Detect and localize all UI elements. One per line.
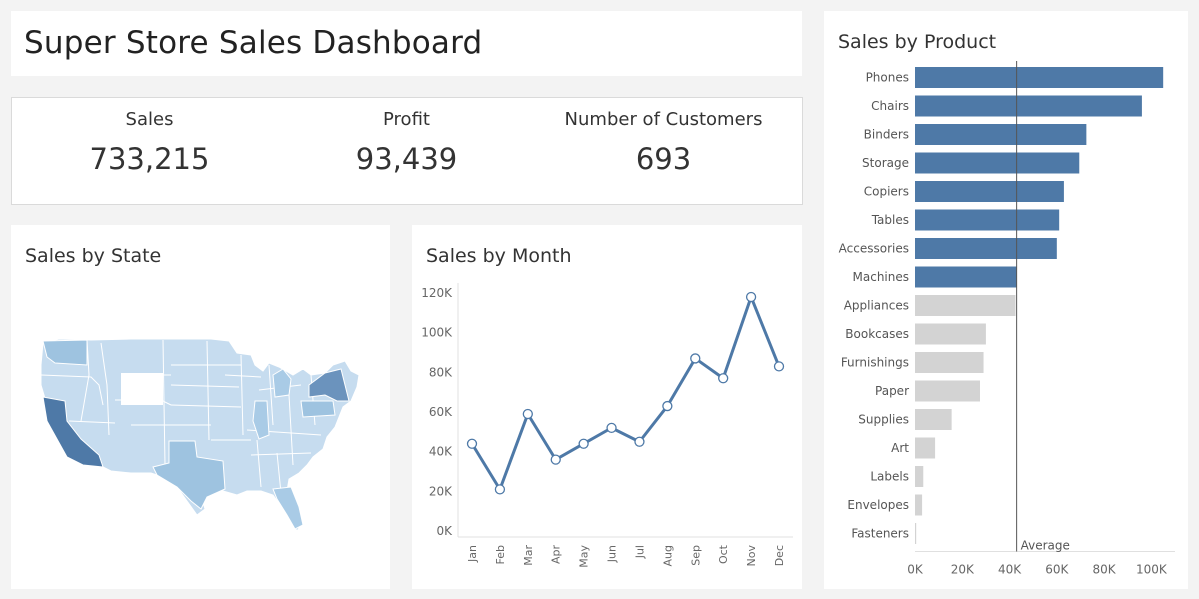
- product-bar[interactable]: [915, 494, 923, 516]
- x-tick-label: 100K: [1136, 563, 1168, 577]
- kpi-customers-value: 693: [635, 142, 692, 176]
- product-bar[interactable]: [915, 181, 1064, 202]
- y-tick-label: 120K: [421, 286, 453, 300]
- month-data-point[interactable]: [578, 438, 589, 449]
- month-data-point[interactable]: [494, 484, 506, 495]
- y-tick-label: 20K: [429, 484, 453, 498]
- product-label: Art: [891, 441, 909, 455]
- state-wyoming[interactable]: [121, 373, 163, 405]
- state-pennsylvania[interactable]: [300, 400, 336, 418]
- product-bar[interactable]: [915, 238, 1057, 259]
- kpi-profit-label: Profit: [383, 109, 430, 130]
- product-bar[interactable]: [915, 295, 1016, 316]
- product-bar[interactable]: [915, 380, 980, 402]
- sales-by-month-panel: Sales by Month 0K 20K 40K 60K 80K 100K 120K Jan…: [412, 225, 802, 589]
- month-data-point[interactable]: [662, 400, 673, 412]
- product-bar[interactable]: [915, 352, 984, 373]
- kpi-profit-value: 93,439: [355, 142, 458, 176]
- x-tick-label: Jul: [633, 545, 646, 559]
- product-label: Envelopes: [847, 498, 909, 512]
- y-tick-label: 40K: [429, 445, 453, 459]
- product-label: Paper: [875, 384, 909, 398]
- product-label: Appliances: [844, 299, 909, 313]
- kpi-panel: Sales 733,215 Profit 93,439 Number of Cu…: [11, 97, 803, 205]
- product-label: Tables: [871, 213, 909, 227]
- x-tick-label: Aug: [661, 545, 674, 566]
- y-tick-label: 60K: [429, 405, 453, 419]
- product-bar[interactable]: [915, 124, 1087, 145]
- sales-by-product-chart[interactable]: Phones Chairs Binders Storage Copiers Tables A…: [824, 11, 1188, 589]
- x-tick-label: Feb: [494, 545, 507, 564]
- product-label: Binders: [864, 128, 909, 142]
- product-bar[interactable]: [915, 409, 952, 430]
- kpi-customers-label: Number of Customers: [564, 109, 763, 130]
- x-tick-label: Dec: [773, 545, 786, 566]
- x-tick-label: Nov: [745, 545, 758, 567]
- x-tick-label: Sep: [689, 545, 702, 566]
- product-label: Machines: [853, 270, 909, 284]
- page-title: Super Store Sales Dashboard: [24, 25, 483, 61]
- x-tick-label: Oct: [717, 544, 730, 564]
- x-tick-label: 20K: [951, 563, 975, 577]
- product-bar[interactable]: [915, 209, 1060, 231]
- product-bar[interactable]: [915, 266, 1017, 288]
- product-label: Fasteners: [851, 527, 909, 541]
- product-label: Accessories: [839, 242, 909, 256]
- x-tick-label: 60K: [1045, 563, 1069, 577]
- sales-line: [470, 295, 781, 491]
- product-bar[interactable]: [915, 323, 986, 345]
- month-data-point[interactable]: [745, 291, 757, 303]
- kpi-sales-label: Sales: [125, 109, 174, 130]
- title-panel: Super Store Sales Dashboard: [11, 11, 802, 76]
- product-label: Phones: [866, 71, 909, 85]
- month-data-point[interactable]: [522, 408, 533, 420]
- product-bar[interactable]: [915, 523, 917, 544]
- month-data-point[interactable]: [550, 454, 561, 465]
- x-tick-label: 0K: [907, 563, 924, 577]
- sales-by-product-panel: Sales by Product Phones Chairs Binders Stor…: [824, 11, 1188, 589]
- y-tick-label: 100K: [421, 326, 453, 340]
- product-bar[interactable]: [915, 437, 936, 459]
- x-tick-label: Jan: [466, 545, 479, 563]
- month-data-point[interactable]: [718, 373, 729, 384]
- x-tick-label: 80K: [1093, 563, 1117, 577]
- x-tick-label: Jun: [606, 545, 619, 563]
- x-tick-label: 40K: [998, 563, 1022, 577]
- state-florida[interactable]: [272, 486, 304, 530]
- product-bar[interactable]: [915, 67, 1164, 88]
- y-tick-label: 0K: [436, 524, 453, 538]
- month-data-point[interactable]: [634, 436, 645, 447]
- average-label: Average: [1021, 539, 1070, 553]
- sales-by-state-panel: Sales by State: [11, 225, 390, 589]
- kpi-sales-value: 733,215: [89, 142, 210, 176]
- sales-by-month-chart[interactable]: 0K 20K 40K 60K 80K 100K 120K Jan Feb Mar Apr May Jun…: [412, 225, 802, 589]
- product-bar[interactable]: [915, 466, 924, 487]
- month-data-point[interactable]: [606, 422, 617, 434]
- x-tick-label: May: [578, 545, 591, 568]
- product-label: Copiers: [864, 185, 909, 199]
- month-data-point[interactable]: [773, 361, 785, 372]
- product-label: Storage: [862, 156, 909, 170]
- product-label: Supplies: [858, 413, 909, 427]
- month-data-point[interactable]: [466, 438, 478, 449]
- product-bar[interactable]: [915, 95, 1142, 117]
- x-tick-label: Apr: [550, 545, 563, 565]
- product-label: Chairs: [871, 99, 909, 113]
- product-bar[interactable]: [915, 152, 1080, 174]
- x-tick-label: Mar: [522, 545, 535, 566]
- month-data-point[interactable]: [690, 353, 701, 364]
- y-tick-label: 80K: [429, 365, 453, 379]
- product-label: Bookcases: [845, 327, 909, 341]
- product-label: Labels: [870, 470, 909, 484]
- product-label: Furnishings: [841, 356, 909, 370]
- us-state-map[interactable]: [11, 225, 390, 589]
